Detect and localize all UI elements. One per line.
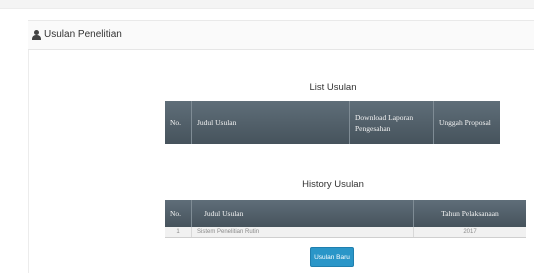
column-header-judul: Judul Usulan xyxy=(191,200,414,227)
cell-no: 1 xyxy=(165,227,192,238)
cell-judul: Sistem Penelitian Rutin xyxy=(191,227,414,238)
column-header-unggah: Unggah Proposal xyxy=(433,101,500,144)
panel-left-border xyxy=(28,50,29,273)
list-usulan-table: No. Judul Usulan Download Laporan Penges… xyxy=(165,101,500,144)
column-header-tahun: Tahun Pelaksanaan xyxy=(413,200,526,227)
history-usulan-title: History Usulan xyxy=(302,179,364,190)
column-header-judul: Judul Usulan xyxy=(191,101,350,144)
history-usulan-table: No. Judul Usulan Tahun Pelaksanaan 1 Sis… xyxy=(165,200,526,238)
column-header-download: Download Laporan Pengesahan xyxy=(349,101,434,144)
list-usulan-title: List Usulan xyxy=(309,82,357,93)
table-header-row: No. Judul Usulan Download Laporan Penges… xyxy=(165,101,500,144)
table-header-row: No. Judul Usulan Tahun Pelaksanaan xyxy=(165,200,526,227)
usulan-baru-button[interactable]: Usulan Baru xyxy=(310,247,354,267)
user-icon xyxy=(32,29,41,40)
panel-title: Usulan Penelitian xyxy=(32,29,122,40)
column-header-no: No. xyxy=(165,200,192,227)
page: Usulan Penelitian List Usulan No. Judul … xyxy=(0,0,534,273)
panel-title-text: Usulan Penelitian xyxy=(44,29,122,40)
top-bar xyxy=(0,0,534,9)
column-header-no: No. xyxy=(165,101,192,144)
panel-header: Usulan Penelitian xyxy=(28,20,534,50)
cell-tahun: 2017 xyxy=(413,227,526,238)
table-row: 1 Sistem Penelitian Rutin 2017 xyxy=(165,227,526,238)
